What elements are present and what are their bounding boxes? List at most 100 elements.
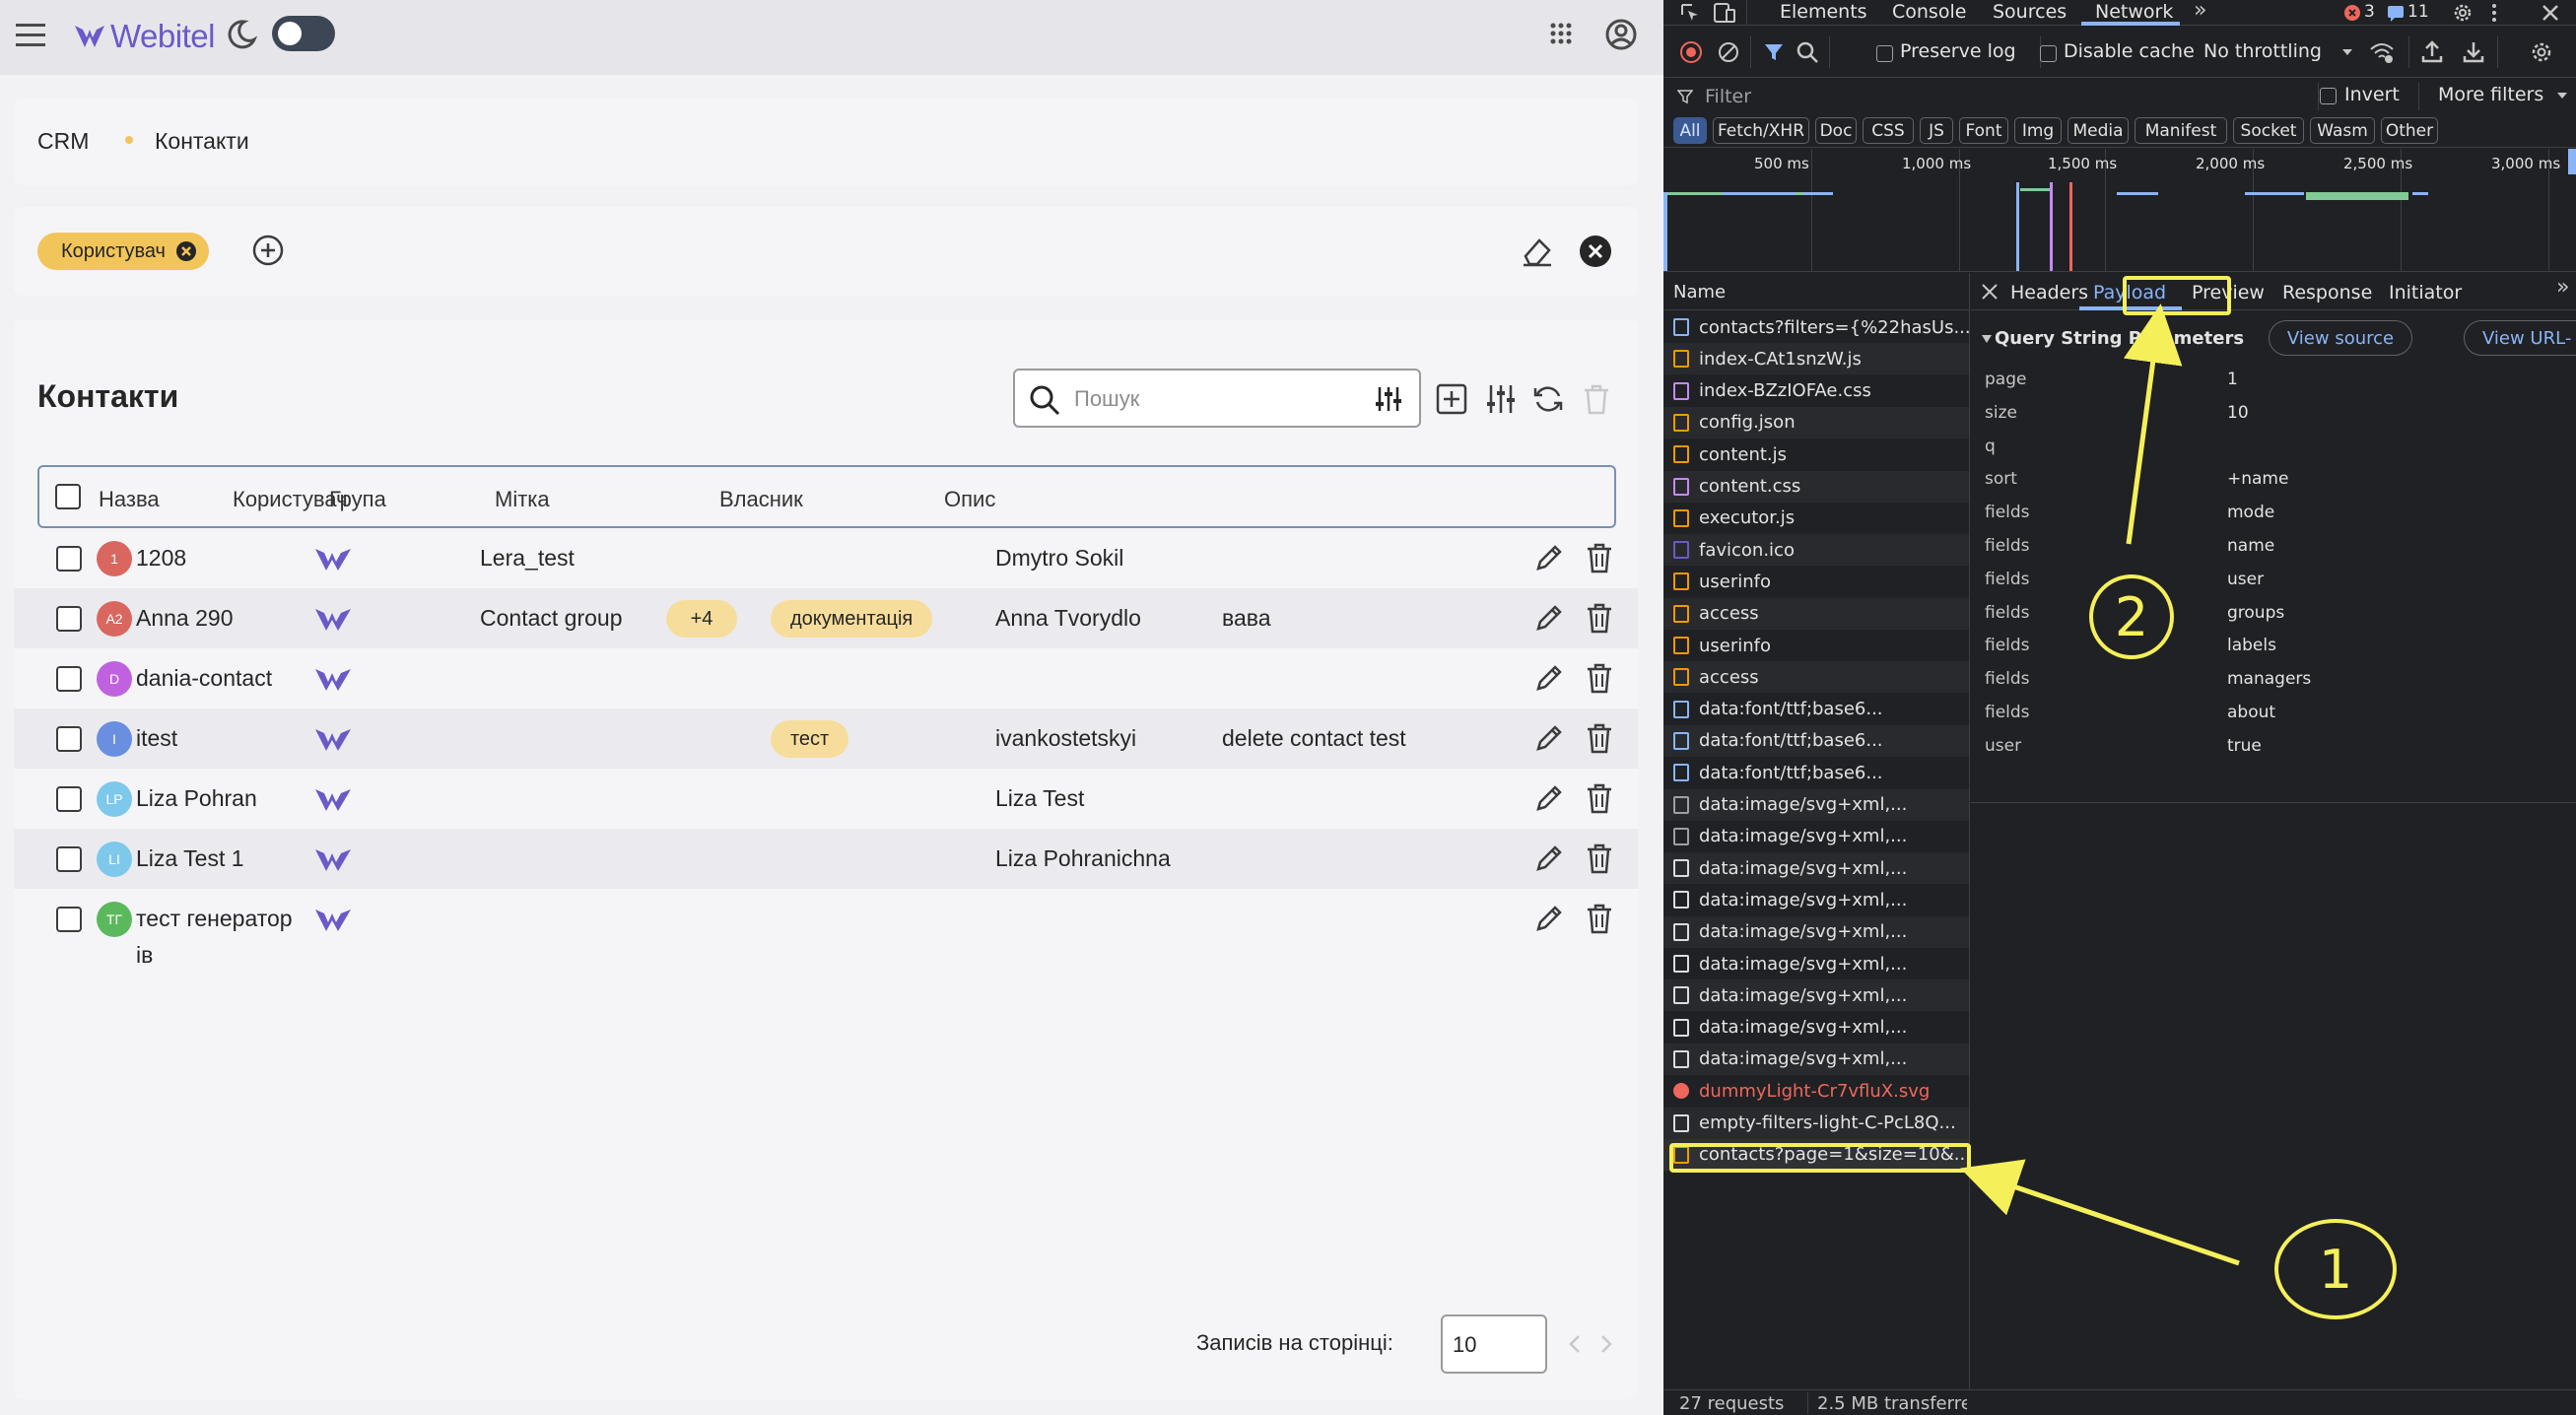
filter-input[interactable]: Filter xyxy=(1673,83,2314,110)
export-har-icon[interactable] xyxy=(2462,38,2485,64)
row-checkbox[interactable] xyxy=(56,907,82,932)
request-row[interactable]: data:image/svg+xml,... xyxy=(1663,1043,1969,1075)
type-filter-fetchxhr[interactable]: Fetch/XHR xyxy=(1713,117,1809,144)
close-detail-icon[interactable] xyxy=(1981,283,1999,301)
row-checkbox[interactable] xyxy=(56,666,82,692)
type-filter-font[interactable]: Font xyxy=(1959,117,2008,144)
preserve-log-checkbox[interactable] xyxy=(1876,45,1893,62)
request-row[interactable]: access xyxy=(1663,597,1969,630)
request-row[interactable]: data:image/svg+xml,... xyxy=(1663,788,1969,821)
column-header-group[interactable]: Група xyxy=(329,487,386,512)
row-checkbox[interactable] xyxy=(56,546,82,572)
more-filters-button[interactable]: More filters xyxy=(2438,84,2543,105)
network-conditions-icon[interactable] xyxy=(2369,40,2395,64)
edit-icon[interactable] xyxy=(1533,542,1565,573)
contact-name[interactable]: 1208 xyxy=(136,540,186,575)
request-row[interactable]: data:image/svg+xml,... xyxy=(1663,884,1969,915)
invert-checkbox[interactable] xyxy=(2320,88,2337,104)
type-filter-manifest[interactable]: Manifest xyxy=(2135,117,2227,144)
type-filter-all[interactable]: All xyxy=(1673,117,1707,144)
table-row[interactable]: A2 Anna 290 Contact group +4 документація Ann… xyxy=(14,588,1638,648)
close-devtools-icon[interactable] xyxy=(2541,3,2560,23)
contact-name[interactable]: Liza Test 1 xyxy=(136,841,244,876)
disable-cache-checkbox[interactable] xyxy=(2040,45,2057,62)
contact-name-line2[interactable]: ів xyxy=(136,937,153,973)
section-collapse-icon[interactable] xyxy=(1981,334,1993,344)
column-header-owner[interactable]: Власник xyxy=(719,487,803,512)
type-filter-doc[interactable]: Doc xyxy=(1815,117,1857,144)
request-row[interactable]: content.css xyxy=(1663,470,1969,503)
page-size-input[interactable]: 10 xyxy=(1441,1314,1547,1374)
detail-tab-headers[interactable]: Headers xyxy=(2010,282,2088,303)
contact-name[interactable]: itest xyxy=(136,720,177,756)
tab-network[interactable]: Network xyxy=(2095,1,2173,23)
request-row[interactable]: content.js xyxy=(1663,438,1969,470)
detail-tab-response[interactable]: Response xyxy=(2282,282,2372,303)
column-header-name[interactable]: Назва xyxy=(99,487,160,512)
request-row[interactable]: data:image/svg+xml,... xyxy=(1663,821,1969,852)
delete-icon[interactable] xyxy=(1585,782,1614,814)
request-row[interactable]: data:font/ttf;base6... xyxy=(1663,724,1969,757)
detail-tab-initiator[interactable]: Initiator xyxy=(2389,282,2462,303)
type-filter-media[interactable]: Media xyxy=(2068,117,2129,144)
tab-elements[interactable]: Elements xyxy=(1780,1,1867,23)
request-row[interactable]: userinfo xyxy=(1663,630,1969,661)
query-params-heading[interactable]: Query String Parameters xyxy=(1995,328,2244,349)
request-row[interactable]: data:image/svg+xml,... xyxy=(1663,1012,1969,1044)
brand-logo[interactable]: Webitel xyxy=(73,18,215,55)
row-checkbox[interactable] xyxy=(56,606,82,632)
add-contact-icon[interactable] xyxy=(1435,382,1468,416)
more-detail-tabs-icon[interactable]: » xyxy=(2556,275,2569,300)
request-row[interactable]: data:image/svg+xml,... xyxy=(1663,915,1969,948)
breadcrumb-root[interactable]: CRM xyxy=(37,128,89,155)
message-count-icon[interactable] xyxy=(2387,4,2405,22)
user-account-icon[interactable] xyxy=(1604,18,1638,51)
eraser-icon[interactable] xyxy=(1520,235,1555,268)
row-checkbox[interactable] xyxy=(56,726,82,752)
table-row[interactable]: LI Liza Test 1 Liza Pohranichna xyxy=(14,829,1638,889)
delete-icon[interactable] xyxy=(1585,722,1614,754)
edit-icon[interactable] xyxy=(1533,782,1565,814)
request-row[interactable]: access xyxy=(1663,661,1969,694)
import-har-icon[interactable] xyxy=(2420,38,2444,64)
type-filter-js[interactable]: JS xyxy=(1920,117,1953,144)
search-network-icon[interactable] xyxy=(1796,40,1819,64)
delete-icon[interactable] xyxy=(1585,602,1614,634)
edit-icon[interactable] xyxy=(1533,842,1565,874)
contact-name[interactable]: тест генератор xyxy=(136,901,293,936)
name-column-header[interactable]: Name xyxy=(1673,282,1726,303)
device-toolbar-icon[interactable] xyxy=(1713,2,1736,24)
request-row[interactable]: dummyLight-Cr7vfluX.svg xyxy=(1663,1075,1969,1107)
throttling-select[interactable]: No throttling xyxy=(2203,38,2352,68)
table-row[interactable]: LP Liza Pohran Liza Test xyxy=(14,769,1638,829)
request-row[interactable]: empty-filters-light-C-PcL8Q... xyxy=(1663,1107,1969,1139)
type-filter-socket[interactable]: Socket xyxy=(2233,117,2304,144)
delete-icon[interactable] xyxy=(1585,542,1614,573)
row-checkbox[interactable] xyxy=(56,846,82,872)
request-row[interactable]: contacts?filters={%22hasUs... xyxy=(1663,311,1969,343)
edit-icon[interactable] xyxy=(1533,903,1565,934)
request-row[interactable]: userinfo xyxy=(1663,566,1969,597)
tab-console[interactable]: Console xyxy=(1892,1,1966,23)
request-row[interactable]: data:image/svg+xml,... xyxy=(1663,852,1969,885)
type-filter-wasm[interactable]: Wasm xyxy=(2310,117,2375,144)
edit-icon[interactable] xyxy=(1533,662,1565,694)
edit-icon[interactable] xyxy=(1533,602,1565,634)
theme-toggle[interactable] xyxy=(272,16,335,51)
more-tabs-icon[interactable]: » xyxy=(2194,0,2206,23)
filter-chip-user[interactable]: Користувач xyxy=(37,233,209,270)
detail-tab-payload[interactable]: Payload xyxy=(2093,282,2166,303)
request-row[interactable]: index-BZzIOFAe.css xyxy=(1663,375,1969,407)
select-all-checkbox[interactable] xyxy=(55,484,81,509)
record-stop-icon[interactable] xyxy=(1679,40,1703,64)
search-filter-icon[interactable] xyxy=(1374,384,1403,414)
contact-name[interactable]: Anna 290 xyxy=(136,600,233,636)
table-row[interactable]: 1 1208 Lera_test Dmytro Sokil xyxy=(14,528,1638,588)
delete-icon[interactable] xyxy=(1585,662,1614,694)
refresh-icon[interactable] xyxy=(1531,382,1565,416)
apps-grid-icon[interactable] xyxy=(1549,22,1573,45)
settings-gear-icon[interactable] xyxy=(2452,2,2474,24)
column-header-description[interactable]: Опис xyxy=(944,487,995,512)
request-row[interactable]: index-CAt1snzW.js xyxy=(1663,343,1969,375)
table-row[interactable]: Iitest тест ivankostetskyi delete contact t… xyxy=(14,708,1638,769)
